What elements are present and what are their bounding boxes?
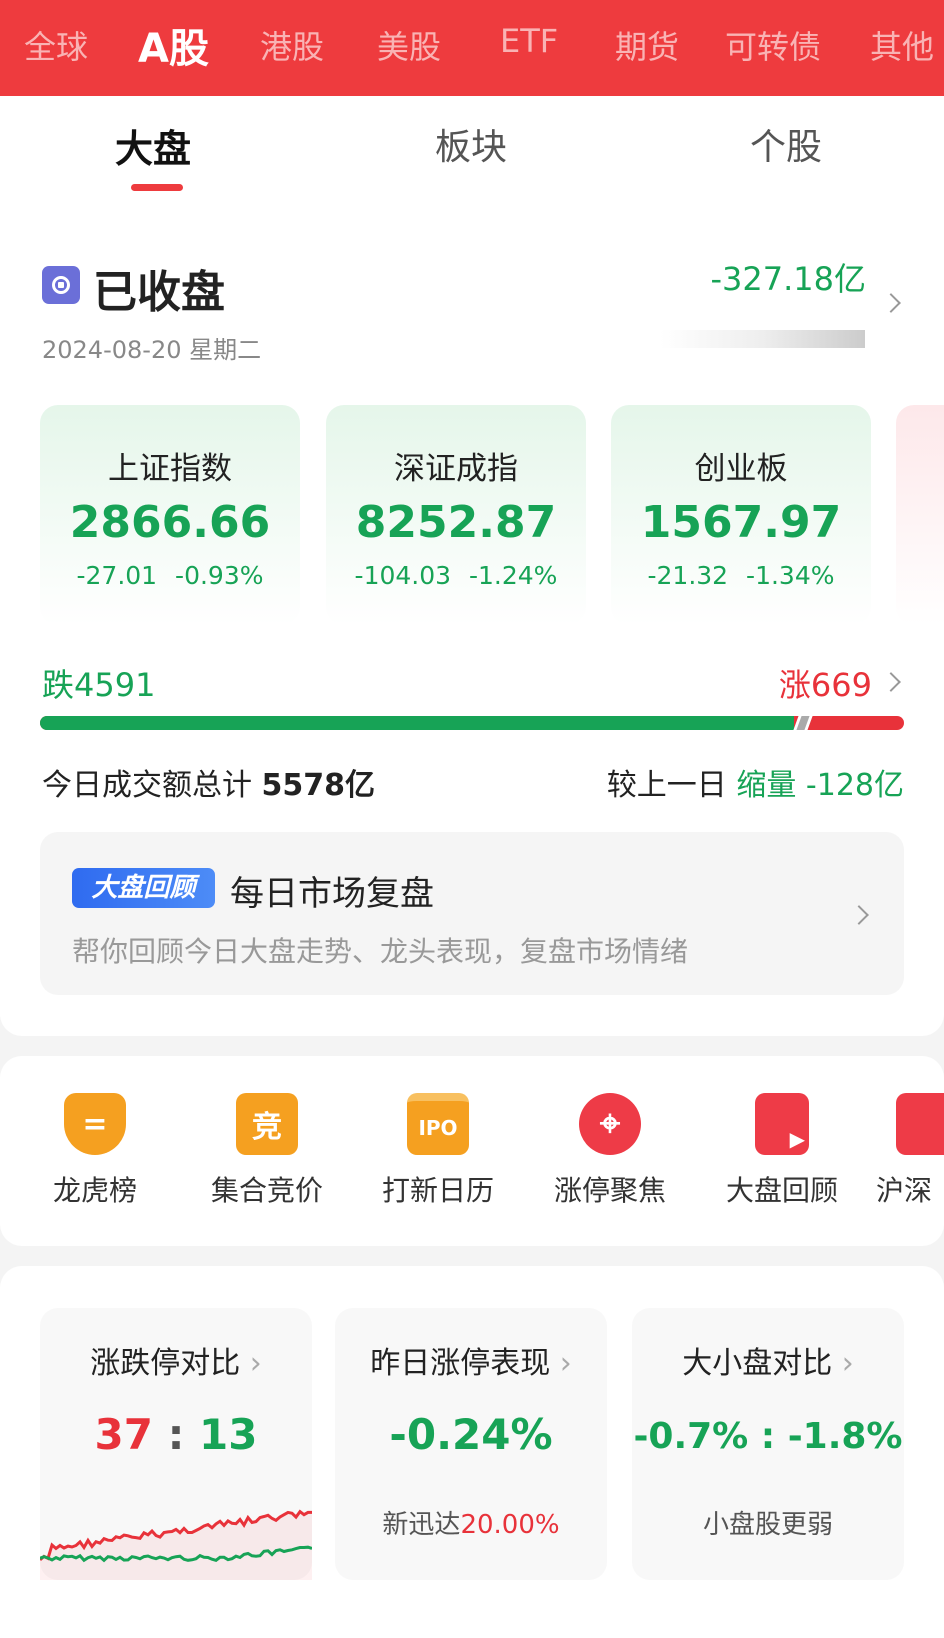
index-name: 深证成指 bbox=[394, 451, 518, 487]
review-badge: 大盘回顾 bbox=[72, 868, 215, 908]
chevron-right-icon bbox=[849, 905, 869, 925]
size-ratio: -0.7% : -1.8% bbox=[633, 1416, 903, 1457]
tab-other[interactable]: 其他 bbox=[870, 22, 934, 68]
tool-call-auction[interactable]: 竞集合竞价 bbox=[192, 1093, 342, 1209]
breadth-bar-down bbox=[40, 716, 795, 730]
subtab-market[interactable]: 大盘 bbox=[115, 118, 191, 173]
advancers-count: 涨669 bbox=[778, 666, 872, 704]
subtab-sectors[interactable]: 板块 bbox=[435, 118, 507, 170]
market-status: 已收盘 bbox=[93, 267, 225, 318]
tab-etf[interactable]: ETF bbox=[500, 22, 558, 60]
index-value: 8252.87 bbox=[355, 497, 557, 548]
index-value: 1567.97 bbox=[640, 497, 842, 548]
tab-us[interactable]: 美股 bbox=[377, 22, 441, 68]
tool-label: 打新日历 bbox=[381, 1174, 494, 1207]
size-note: 小盘股更弱 bbox=[702, 1510, 833, 1540]
volume-compare: 较上一日 缩量 -128亿 bbox=[606, 768, 904, 803]
review-play-icon: ▶ bbox=[755, 1093, 809, 1155]
tab-global[interactable]: 全球 bbox=[24, 22, 88, 68]
tab-convertible[interactable]: 可转债 bbox=[725, 22, 821, 68]
closed-status-icon bbox=[42, 266, 80, 304]
breadth-bar bbox=[40, 716, 904, 730]
tool-label: 龙虎榜 bbox=[52, 1174, 137, 1207]
index-card-shanghai[interactable]: 上证指数 2866.66 -27.01 -0.93% bbox=[40, 405, 300, 625]
tool-limit-up-focus[interactable]: ⌖ 涨停聚焦 bbox=[535, 1093, 685, 1209]
market-tab-bar: 全球 A股 港股 美股 ETF 期货 可转债 其他 bbox=[0, 0, 944, 96]
index-name: 上证指数 bbox=[108, 451, 232, 487]
review-subtitle: 帮你回顾今日大盘走势、龙头表现，复盘市场情绪 bbox=[72, 935, 689, 968]
limit-sparkline bbox=[40, 1509, 312, 1580]
card-title: 昨日涨停表现 › bbox=[370, 1346, 572, 1381]
limit-compare-card[interactable]: 涨跌停对比 › 37 : 13 bbox=[40, 1308, 312, 1580]
tab-a-shares[interactable]: A股 bbox=[138, 16, 209, 74]
index-change: -21.32 -1.34% bbox=[647, 561, 835, 590]
tool-dragon-tiger[interactable]: = 龙虎榜 bbox=[20, 1093, 170, 1209]
tool-label: 沪深 bbox=[876, 1174, 933, 1207]
tool-label: 涨停聚焦 bbox=[553, 1174, 666, 1207]
hs-icon bbox=[896, 1093, 944, 1155]
shield-icon: = bbox=[64, 1093, 126, 1155]
breadth-bar-flat bbox=[793, 716, 813, 730]
target-icon: ⌖ bbox=[579, 1093, 641, 1155]
tool-label: 大盘回顾 bbox=[725, 1174, 838, 1207]
trade-date: 2024-08-20 星期二 bbox=[42, 336, 262, 364]
net-flow-sparkline bbox=[660, 330, 865, 348]
decliners-count: 跌4591 bbox=[42, 666, 156, 704]
yesterday-value: -0.24% bbox=[389, 1410, 553, 1459]
subtab-stocks[interactable]: 个股 bbox=[750, 118, 822, 170]
volume-total: 今日成交额总计 5578亿 bbox=[42, 768, 376, 803]
index-change: -104.03 -1.24% bbox=[354, 561, 558, 590]
yesterday-limit-card[interactable]: 昨日涨停表现 › -0.24% 新迅达20.00% bbox=[335, 1308, 607, 1580]
review-title: 每日市场复盘 bbox=[230, 874, 434, 914]
tab-hk[interactable]: 港股 bbox=[260, 22, 324, 68]
top-stock: 新迅达20.00% bbox=[382, 1510, 560, 1540]
index-card-partial[interactable] bbox=[896, 405, 944, 625]
card-title: 涨跌停对比 › bbox=[90, 1346, 262, 1381]
tool-label: 集合竞价 bbox=[210, 1174, 323, 1207]
index-change: -27.01 -0.93% bbox=[76, 561, 264, 590]
card-title: 大小盘对比 › bbox=[682, 1346, 854, 1381]
index-name: 创业板 bbox=[694, 451, 788, 487]
net-flow-value[interactable]: -327.18亿 bbox=[710, 254, 866, 300]
active-tab-indicator bbox=[131, 184, 183, 191]
index-value: 2866.66 bbox=[69, 497, 271, 548]
tool-ipo-calendar[interactable]: IPO 打新日历 bbox=[363, 1093, 513, 1209]
index-card-chinext[interactable]: 创业板 1567.97 -21.32 -1.34% bbox=[611, 405, 871, 625]
daily-review-card[interactable]: 大盘回顾 每日市场复盘 帮你回顾今日大盘走势、龙头表现，复盘市场情绪 bbox=[40, 832, 904, 995]
tool-hs[interactable]: 沪深 bbox=[860, 1093, 944, 1209]
limit-ratio: 37 : 13 bbox=[94, 1410, 258, 1459]
ipo-calendar-icon: IPO bbox=[407, 1093, 469, 1155]
size-compare-card[interactable]: 大小盘对比 › -0.7% : -1.8% 小盘股更弱 bbox=[632, 1308, 904, 1580]
index-card-shenzhen[interactable]: 深证成指 8252.87 -104.03 -1.24% bbox=[326, 405, 586, 625]
auction-icon: 竞 bbox=[236, 1093, 298, 1155]
tab-futures[interactable]: 期货 bbox=[615, 22, 679, 68]
up-area bbox=[40, 1511, 312, 1580]
tool-market-review[interactable]: ▶ 大盘回顾 bbox=[707, 1093, 857, 1209]
